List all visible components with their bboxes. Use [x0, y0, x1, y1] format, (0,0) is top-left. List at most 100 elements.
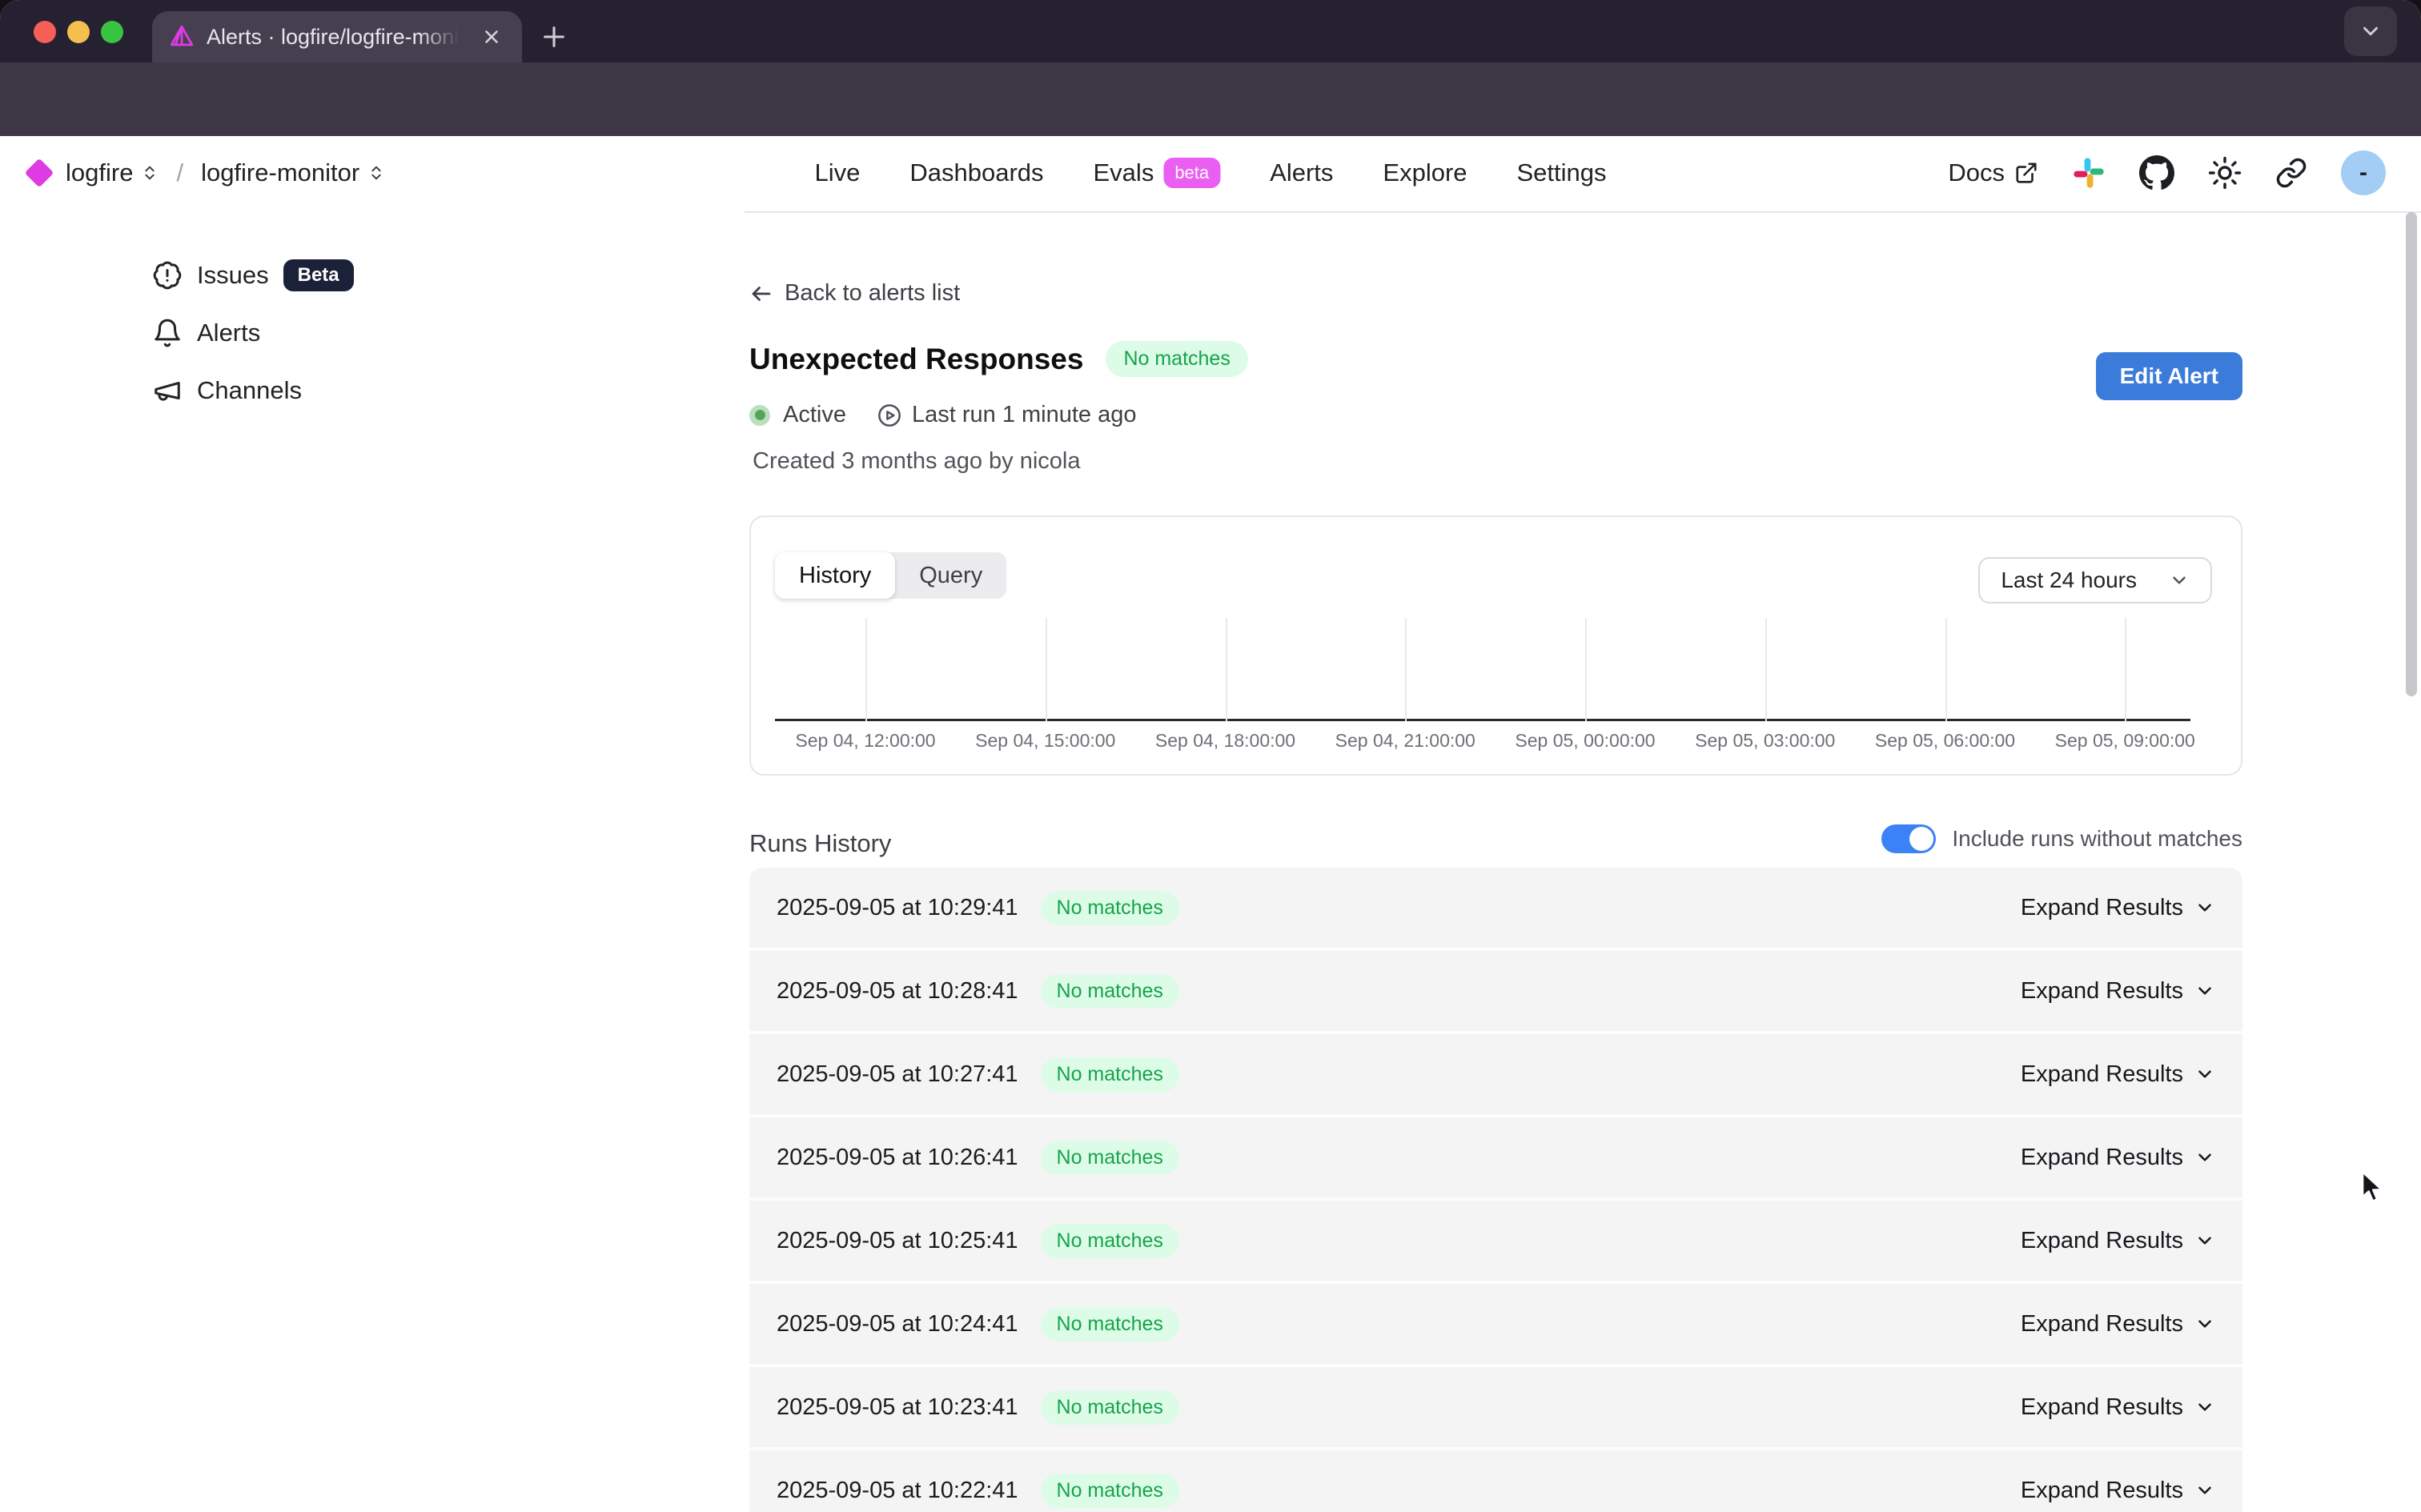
chevron-down-icon	[2194, 1064, 2215, 1085]
include-runs-toggle-label: Include runs without matches	[1952, 826, 2242, 852]
theme-sun-icon[interactable]	[2208, 156, 2242, 190]
browser-tab[interactable]: Alerts · logfire/logfire-monitor	[152, 11, 522, 62]
run-timestamp: 2025-09-05 at 10:26:41	[777, 1145, 1018, 1171]
nav-item-settings[interactable]: Settings	[1517, 158, 1607, 187]
nav-item-label: Settings	[1517, 158, 1607, 187]
active-dot-icon	[749, 405, 770, 426]
chevron-down-icon	[2194, 1313, 2215, 1334]
chevron-down-icon	[2169, 570, 2190, 591]
run-timestamp: 2025-09-05 at 10:22:41	[777, 1478, 1018, 1504]
x-tick-label: Sep 04, 15:00:00	[950, 730, 1142, 752]
badge-alert-icon	[152, 260, 183, 291]
nav-item-label: Explore	[1383, 158, 1467, 187]
tab-query[interactable]: Query	[895, 552, 1006, 599]
chart-gridline	[1046, 618, 1047, 721]
x-tick-label: Sep 05, 00:00:00	[1489, 730, 1681, 752]
logfire-logo-icon	[25, 158, 54, 188]
app-navbar: logfire / logfire-monitor Live Dashboards…	[0, 136, 2421, 213]
nav-item-explore[interactable]: Explore	[1383, 158, 1467, 187]
x-tick-label: Sep 04, 18:00:00	[1130, 730, 1322, 752]
x-tick-label: Sep 05, 06:00:00	[1849, 730, 2042, 752]
run-match-badge: No matches	[1041, 1057, 1179, 1092]
expand-results-label: Expand Results	[2021, 895, 2183, 921]
sidebar-item-issues[interactable]: Issues Beta	[152, 256, 354, 295]
close-window-button[interactable]	[34, 21, 56, 43]
browser-tabstrip: Alerts · logfire/logfire-monitor	[0, 0, 2421, 62]
expand-results-label: Expand Results	[2021, 1394, 2183, 1421]
expand-results-button[interactable]: Expand Results	[2021, 1061, 2215, 1088]
expand-results-button[interactable]: Expand Results	[2021, 895, 2215, 921]
expand-results-label: Expand Results	[2021, 1311, 2183, 1338]
project-name: logfire-monitor	[201, 158, 359, 187]
chart-gridline	[865, 618, 867, 721]
zoom-window-button[interactable]	[101, 21, 123, 43]
x-tick-label: Sep 05, 09:00:00	[2029, 730, 2221, 752]
avatar[interactable]: -	[2341, 150, 2386, 195]
github-icon[interactable]	[2139, 155, 2174, 191]
last-run-label: Last run 1 minute ago	[912, 402, 1137, 428]
expand-results-label: Expand Results	[2021, 1478, 2183, 1504]
play-circle-icon	[877, 403, 902, 428]
expand-results-button[interactable]: Expand Results	[2021, 1394, 2215, 1421]
nav-item-label: Alerts	[1270, 158, 1333, 187]
nav-item-evals[interactable]: Evalsbeta	[1094, 158, 1221, 188]
docs-link[interactable]: Docs	[1948, 158, 2038, 187]
run-match-badge: No matches	[1041, 1141, 1179, 1175]
runs-history-heading: Runs History	[749, 829, 891, 858]
project-selector[interactable]: logfire-monitor	[201, 158, 385, 187]
back-to-alerts-link[interactable]: Back to alerts list	[749, 280, 960, 307]
beta-badge: Beta	[283, 259, 354, 291]
nav-item-label: Evals	[1094, 158, 1154, 187]
run-row: 2025-09-05 at 10:24:41No matchesExpand R…	[749, 1284, 2242, 1367]
page-scrollbar[interactable]	[2406, 212, 2417, 696]
org-name: logfire	[66, 158, 133, 187]
nav-item-live[interactable]: Live	[814, 158, 860, 187]
time-range-select[interactable]: Last 24 hours	[1978, 557, 2212, 604]
sidebar-item-alerts[interactable]: Alerts	[152, 314, 260, 352]
nav-item-dashboards[interactable]: Dashboards	[909, 158, 1043, 187]
created-by-text: Created 3 months ago by nicola	[753, 448, 1080, 475]
sidebar-item-channels[interactable]: Channels	[152, 371, 302, 410]
share-link-icon[interactable]	[2275, 157, 2307, 189]
x-axis	[775, 719, 2190, 721]
expand-results-button[interactable]: Expand Results	[2021, 1478, 2215, 1504]
run-timestamp: 2025-09-05 at 10:23:41	[777, 1394, 1018, 1421]
sidebar-item-label: Alerts	[197, 319, 260, 347]
run-row: 2025-09-05 at 10:23:41No matchesExpand R…	[749, 1367, 2242, 1450]
breadcrumb-separator: /	[176, 158, 183, 187]
new-tab-button[interactable]	[535, 18, 573, 56]
expand-results-button[interactable]: Expand Results	[2021, 1145, 2215, 1171]
run-row: 2025-09-05 at 10:26:41 No matches Expand R…	[749, 1117, 2242, 1201]
chevron-down-icon	[2194, 1480, 2215, 1501]
nav-item-label: Live	[814, 158, 860, 187]
sidebar: Issues Beta Alerts Channels	[0, 211, 745, 1512]
chart-gridline	[1765, 618, 1767, 721]
run-row: 2025-09-05 at 10:27:41No matchesExpand R…	[749, 1034, 2242, 1117]
tab-title: Alerts · logfire/logfire-monitor	[207, 25, 464, 50]
org-selector[interactable]: logfire	[66, 158, 159, 187]
nav-item-alerts[interactable]: Alerts	[1270, 158, 1333, 187]
slack-icon[interactable]	[2072, 156, 2106, 190]
include-runs-toggle[interactable]	[1881, 824, 1936, 853]
expand-results-button[interactable]: Expand Results	[2021, 978, 2215, 1005]
sidebar-item-label: Issues	[197, 261, 269, 290]
chevron-down-icon	[2194, 1230, 2215, 1251]
tab-history[interactable]: History	[775, 552, 895, 599]
nav-item-label: Dashboards	[909, 158, 1043, 187]
edit-alert-button[interactable]: Edit Alert	[2096, 352, 2242, 400]
tab-close-icon[interactable]	[477, 22, 506, 51]
expand-results-label: Expand Results	[2021, 978, 2183, 1005]
run-match-badge: No matches	[1041, 1474, 1179, 1508]
docs-label: Docs	[1948, 158, 2005, 187]
bell-icon	[152, 318, 183, 348]
minimize-window-button[interactable]	[67, 21, 90, 43]
expand-results-button[interactable]: Expand Results	[2021, 1311, 2215, 1338]
chevron-down-icon	[2194, 897, 2215, 918]
megaphone-icon	[152, 375, 183, 406]
chart-gridline	[2125, 618, 2126, 721]
active-label: Active	[783, 402, 846, 428]
page-title: Unexpected Responses	[749, 343, 1083, 376]
tab-search-chevron-icon[interactable]	[2344, 6, 2397, 56]
browser-toolbar: logfire-us.pydantic.dev/logfire/logfire-…	[0, 62, 2421, 136]
expand-results-button[interactable]: Expand Results	[2021, 1228, 2215, 1254]
